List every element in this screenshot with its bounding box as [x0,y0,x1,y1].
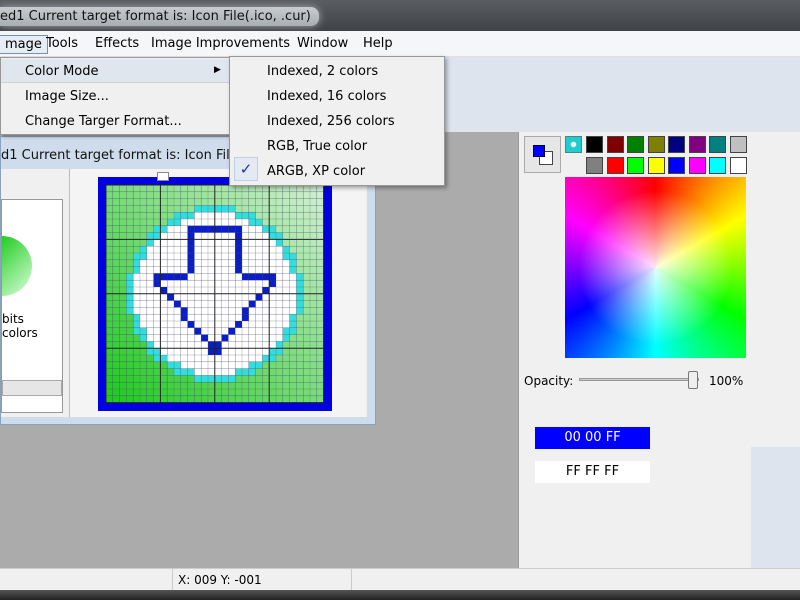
image-menu-dropdown: Color Mode ▶ Image Size... Change Targer… [0,57,232,135]
window-title: ed1 Current target format is: Icon File(… [0,7,319,26]
palette-swatch[interactable] [586,157,603,174]
menu-item-indexed-16[interactable]: Indexed, 16 colors [267,89,386,104]
palette-swatch[interactable] [586,136,603,153]
menu-item-indexed-2[interactable]: Indexed, 2 colors [267,64,378,79]
palette-swatch[interactable] [647,136,665,153]
opacity-value: 100% [709,374,744,388]
fg-bg-color-selector[interactable] [524,136,561,173]
palette-swatch[interactable] [709,136,726,153]
triangle-right-icon: ▶ [214,65,221,75]
document-title: d1 Current target format is: Icon File(. [1,148,247,163]
menu-item-image-size[interactable]: Image Size... [25,89,109,104]
preview-panel: bits colors [1,199,63,413]
checkmark-icon: ✓ [234,157,258,181]
palette-swatch[interactable] [627,157,644,174]
pixel-canvas[interactable] [98,177,332,411]
palette-swatch[interactable] [729,157,747,174]
menu-item-indexed-256[interactable]: Indexed, 256 colors [267,114,395,129]
title-bar: ed1 Current target format is: Icon File(… [0,0,800,31]
palette-swatch[interactable] [688,157,706,174]
menu-tools[interactable]: Tools [41,35,83,52]
cursor-coordinates: X: 009 Y: -001 [178,573,262,587]
color-mode-submenu: Indexed, 2 colors Indexed, 16 colors Ind… [229,56,445,186]
preview-thumbnail[interactable] [2,236,32,296]
menu-effects[interactable]: Effects [90,35,144,52]
canvas-area [69,169,366,417]
menu-window[interactable]: Window [292,35,353,52]
menu-bar: mage Tools Effects Image Improvements Wi… [0,31,800,57]
resize-handle[interactable] [157,172,169,181]
horizontal-scrollbar[interactable] [2,380,62,396]
opacity-slider[interactable] [579,378,699,381]
menu-help[interactable]: Help [358,35,398,52]
primary-color-hex[interactable]: 00 00 FF [535,427,650,449]
palette-swatch[interactable] [606,157,624,174]
transparent-color-swatch[interactable] [565,136,582,153]
palette-swatch[interactable] [627,136,644,153]
palette-swatch[interactable] [729,136,747,153]
secondary-color-hex[interactable]: FF FF FF [535,461,650,483]
color-panel: Opacity: 100% 00 00 FF FF FF FF [518,132,800,568]
color-picker-wheel[interactable] [565,177,746,358]
palette-swatch[interactable] [668,157,685,174]
menu-image-improvements[interactable]: Image Improvements [146,35,295,52]
status-bar: X: 009 Y: -001 [0,568,800,590]
menu-item-argb[interactable]: ARGB, XP color [267,164,365,179]
preview-label: bits colors [2,312,38,340]
opacity-slider-thumb[interactable] [688,371,698,389]
palette-swatch[interactable] [606,136,624,153]
menu-item-color-mode[interactable]: Color Mode [25,64,99,79]
menu-item-change-target-format[interactable]: Change Targer Format... [25,114,182,129]
taskbar-edge [0,590,800,600]
palette-swatch[interactable] [647,157,665,174]
opacity-label: Opacity: [524,374,574,388]
menu-item-rgb[interactable]: RGB, True color [267,139,367,154]
palette-swatch[interactable] [688,136,706,153]
palette-swatch[interactable] [668,136,685,153]
palette-swatch[interactable] [709,157,726,174]
